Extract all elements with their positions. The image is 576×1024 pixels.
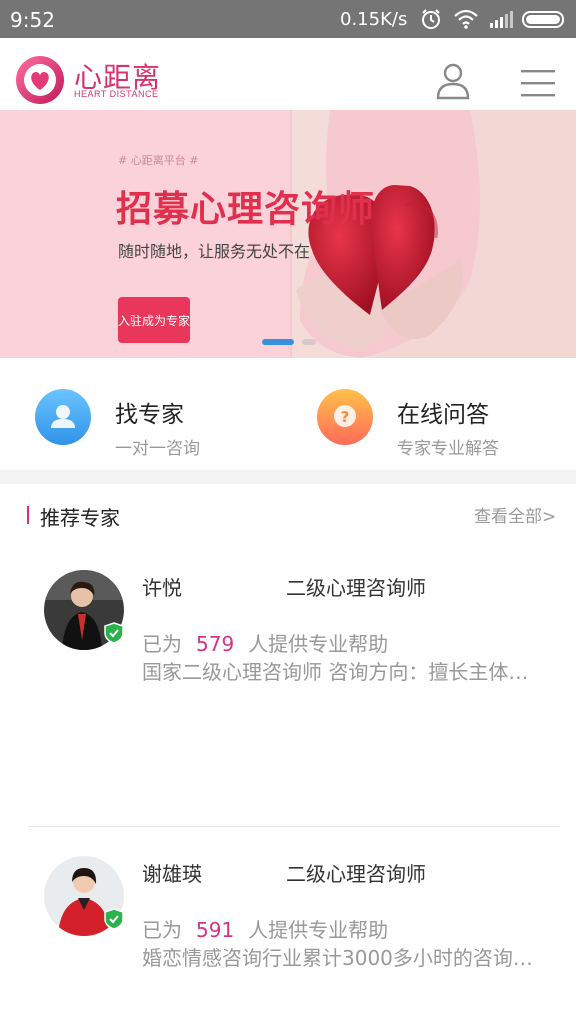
section-title: 推荐专家 [40, 506, 120, 530]
quick-entries: 找专家 一对一咨询 ? 在线问答 专家专业解答 [0, 358, 576, 470]
wifi-icon [454, 9, 478, 29]
section-accent-bar [27, 506, 29, 524]
svg-text:?: ? [341, 408, 350, 426]
expert-help-count: 已为 591 人提供专业帮助 [142, 914, 388, 943]
find-expert-subtitle: 一对一咨询 [115, 439, 200, 459]
help-count: 591 [196, 918, 235, 942]
help-prefix: 已为 [142, 632, 182, 656]
online-qa-title: 在线问答 [397, 402, 489, 428]
logo-subtext: HEART DISTANCE [74, 89, 159, 99]
user-icon[interactable] [434, 62, 472, 100]
help-prefix: 已为 [142, 918, 182, 942]
card-divider [28, 826, 560, 827]
logo-heart-icon [16, 56, 64, 104]
question-icon: ? [317, 389, 373, 445]
promo-banner[interactable]: # 心距离平台 # 招募心理咨询师 随时随地，让服务无处不在 入驻成为专家 [0, 110, 576, 358]
expert-help-count: 已为 579 人提供专业帮助 [142, 628, 388, 657]
alarm-icon [422, 9, 440, 29]
help-count: 579 [196, 632, 235, 656]
status-bar: 9:52 0.15K/s [0, 0, 576, 38]
find-expert-entry[interactable]: 找专家 一对一咨询 [0, 358, 288, 470]
verified-badge-icon [104, 622, 124, 644]
expert-title: 二级心理咨询师 [286, 862, 426, 886]
help-suffix: 人提供专业帮助 [248, 632, 389, 656]
battery-icon [522, 11, 564, 28]
status-time: 9:52 [10, 8, 55, 32]
expert-card[interactable]: 许悦 二级心理咨询师 已为 579 人提供专业帮助 国家二级心理咨询师 咨询方向：擅… [0, 570, 576, 770]
banner-tag: # 心距离平台 # [118, 154, 199, 167]
app-header: 心距离 HEART DISTANCE [0, 38, 576, 110]
expert-card[interactable]: 谢雄瑛 二级心理咨询师 已为 591 人提供专业帮助 婚恋情感咨询行业累计3000多… [0, 856, 576, 1024]
expert-title: 二级心理咨询师 [286, 576, 426, 600]
carousel-dot-active[interactable] [262, 339, 294, 345]
banner-hands-hearts-image [0, 110, 576, 358]
online-qa-subtitle: 专家专业解答 [397, 439, 499, 459]
help-suffix: 人提供专业帮助 [248, 918, 389, 942]
expert-description: 婚恋情感咨询行业累计3000多小时的咨询… [142, 946, 533, 970]
find-expert-title: 找专家 [115, 402, 184, 428]
expert-icon [35, 389, 91, 445]
signal-icon [490, 11, 513, 28]
online-qa-entry[interactable]: ? 在线问答 专家专业解答 [288, 358, 576, 470]
banner-title: 招募心理咨询师 [116, 189, 376, 230]
join-expert-button[interactable]: 入驻成为专家 [118, 297, 190, 343]
carousel-dot[interactable] [302, 339, 316, 345]
expert-description: 国家二级心理咨询师 咨询方向：擅长主体… [142, 660, 529, 684]
expert-name: 许悦 [142, 576, 182, 600]
verified-badge-icon [104, 908, 124, 930]
network-speed: 0.15K/s [340, 9, 408, 30]
section-divider [0, 470, 576, 484]
see-all-link[interactable]: 查看全部> [474, 502, 556, 527]
menu-icon[interactable] [520, 68, 556, 98]
banner-subtitle: 随时随地，让服务无处不在 [118, 242, 311, 261]
expert-name: 谢雄瑛 [142, 862, 202, 886]
